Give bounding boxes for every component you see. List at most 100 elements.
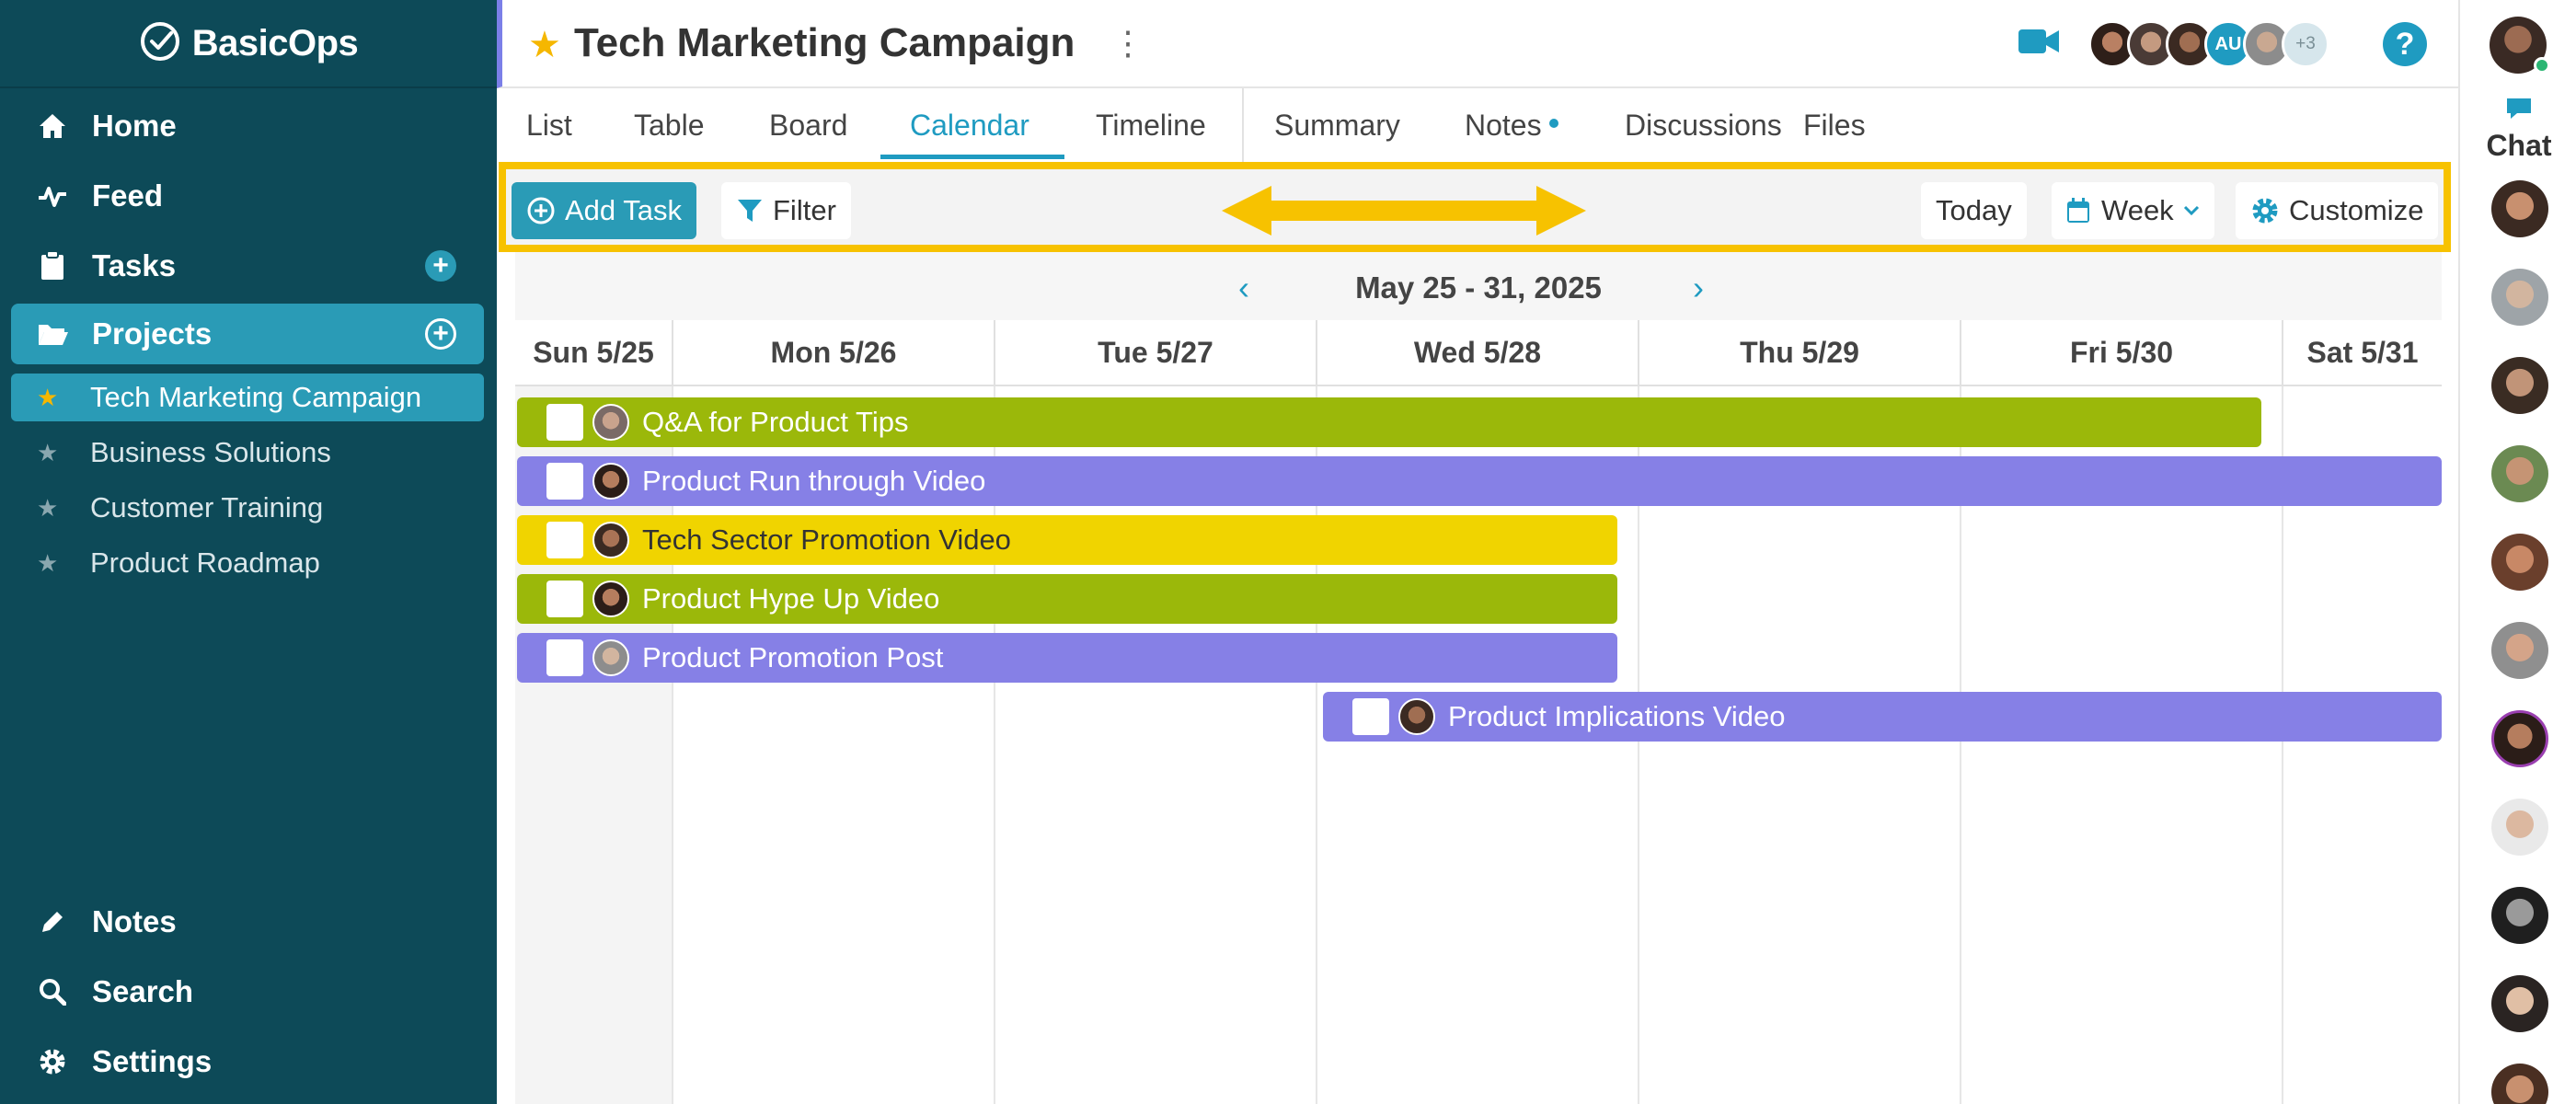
tab-summary[interactable]: Summary <box>1274 88 1400 162</box>
task-checkbox[interactable] <box>546 639 583 676</box>
task-name: Product Run through Video <box>642 465 986 497</box>
calendar-toolbar: Add Task Filter Today Week Customize <box>499 162 2451 252</box>
video-call-icon[interactable] <box>2018 28 2059 60</box>
task-bar[interactable]: Product Implications Video <box>1323 692 2442 742</box>
tab-discussions[interactable]: Discussions <box>1625 88 1782 162</box>
chat-contact-avatar[interactable] <box>2491 799 2548 856</box>
chat-contact-avatar[interactable] <box>2491 445 2548 502</box>
tab-board[interactable]: Board <box>769 88 847 162</box>
chat-contact-avatar[interactable] <box>2491 1064 2548 1104</box>
online-status-dot <box>2534 57 2550 74</box>
project-item-product-roadmap[interactable]: ★ Product Roadmap <box>11 539 484 587</box>
chat-contact-avatar[interactable] <box>2491 269 2548 326</box>
chat-label[interactable]: Chat <box>2460 129 2576 163</box>
project-members[interactable]: AU +3 <box>2088 20 2329 68</box>
activity-icon <box>37 180 68 212</box>
star-icon[interactable]: ★ <box>37 549 61 578</box>
day-header-sat: Sat 5/31 <box>2283 320 2442 386</box>
folder-open-icon <box>37 318 68 350</box>
clipboard-icon <box>37 250 68 282</box>
project-label: Customer Training <box>90 491 324 523</box>
sidebar-item-home[interactable]: Home <box>11 96 484 156</box>
today-button[interactable]: Today <box>1921 182 2027 239</box>
logo-check-icon <box>139 20 181 67</box>
task-checkbox[interactable] <box>546 581 583 617</box>
chat-contact-avatar[interactable] <box>2491 180 2548 237</box>
chat-contact-avatar[interactable] <box>2491 975 2548 1032</box>
star-icon[interactable]: ★ <box>37 384 61 412</box>
home-icon <box>37 110 68 142</box>
add-task-label: Add Task <box>565 194 682 226</box>
app-window: BasicOps Home Feed Tasks + Projects + ★ … <box>0 0 2576 1104</box>
chat-contact-avatar[interactable] <box>2491 357 2548 414</box>
customize-button[interactable]: Customize <box>2236 182 2439 239</box>
task-bar[interactable]: Product Promotion Post <box>517 633 1617 683</box>
project-label: Tech Marketing Campaign <box>90 381 422 413</box>
double-arrow-annotation <box>1220 182 1588 244</box>
tab-divider <box>1242 88 1244 162</box>
chat-contact-avatar[interactable] <box>2491 622 2548 679</box>
active-tab-underline <box>880 155 1064 159</box>
filter-icon <box>736 197 764 224</box>
filter-button[interactable]: Filter <box>721 182 851 239</box>
add-task-plus-icon[interactable]: + <box>425 250 456 282</box>
star-icon[interactable]: ★ <box>37 494 61 523</box>
sidebar-item-label: Notes <box>92 904 177 938</box>
chat-bubble-icon[interactable] <box>2504 96 2534 126</box>
tab-notes[interactable]: Notes <box>1465 88 1558 162</box>
more-options-icon[interactable]: ⋮ <box>1111 24 1144 63</box>
chevron-down-icon <box>2183 205 2200 216</box>
task-bar[interactable]: Q&A for Product Tips <box>517 397 2261 447</box>
chat-contact-avatar[interactable] <box>2491 710 2548 767</box>
tab-calendar[interactable]: Calendar <box>910 88 1029 162</box>
task-checkbox[interactable] <box>546 404 583 441</box>
task-checkbox[interactable] <box>546 463 583 500</box>
task-bar[interactable]: Product Run through Video <box>517 456 2442 506</box>
sidebar: BasicOps Home Feed Tasks + Projects + ★ … <box>0 0 497 1104</box>
sidebar-item-feed[interactable]: Feed <box>11 166 484 226</box>
more-members-count[interactable]: +3 <box>2282 20 2329 68</box>
task-name: Product Hype Up Video <box>642 582 940 615</box>
project-item-tech-marketing-campaign[interactable]: ★ Tech Marketing Campaign <box>11 374 484 421</box>
gear-icon <box>37 1046 68 1077</box>
task-name: Product Promotion Post <box>642 641 944 673</box>
add-task-button[interactable]: Add Task <box>512 182 696 239</box>
sidebar-item-label: Settings <box>92 1044 213 1078</box>
task-bar[interactable]: Tech Sector Promotion Video <box>517 515 1617 565</box>
assignee-avatar <box>592 522 629 558</box>
sidebar-item-settings[interactable]: Settings <box>11 1031 484 1092</box>
next-week-chevron-icon[interactable]: › <box>1693 269 1704 307</box>
chat-contact-avatar[interactable] <box>2491 887 2548 944</box>
sidebar-item-projects[interactable]: Projects + <box>11 304 484 364</box>
help-icon[interactable]: ? <box>2383 22 2427 66</box>
favorite-star-icon[interactable]: ★ <box>528 24 561 66</box>
tab-timeline[interactable]: Timeline <box>1096 88 1206 162</box>
chat-contact-avatar[interactable] <box>2491 534 2548 591</box>
week-range: May 25 - 31, 2025 <box>1355 270 1602 305</box>
sidebar-item-tasks[interactable]: Tasks + <box>11 236 484 296</box>
tab-notes-label: Notes <box>1465 108 1542 142</box>
week-view-select[interactable]: Week <box>2052 182 2214 239</box>
project-label: Business Solutions <box>90 436 331 468</box>
assignee-avatar <box>592 581 629 617</box>
page-title: Tech Marketing Campaign <box>574 20 1075 65</box>
tab-files[interactable]: Files <box>1803 88 1866 162</box>
tab-table[interactable]: Table <box>634 88 705 162</box>
add-project-plus-icon[interactable]: + <box>425 318 456 350</box>
day-header-fri: Fri 5/30 <box>1961 320 2283 386</box>
project-item-business-solutions[interactable]: ★ Business Solutions <box>11 429 484 477</box>
star-icon[interactable]: ★ <box>37 439 61 467</box>
task-bar[interactable]: Product Hype Up Video <box>517 574 1617 624</box>
sidebar-item-search[interactable]: Search <box>11 961 484 1022</box>
sidebar-item-label: Feed <box>92 178 164 213</box>
week-navigator: ‹ May 25 - 31, 2025 › <box>515 252 2442 320</box>
tab-list[interactable]: List <box>526 88 572 162</box>
task-checkbox[interactable] <box>546 522 583 558</box>
sidebar-item-label: Search <box>92 974 194 1008</box>
brand[interactable]: BasicOps <box>0 0 497 88</box>
sidebar-item-notes[interactable]: Notes <box>11 891 484 952</box>
task-checkbox[interactable] <box>1352 698 1389 735</box>
calendar-icon <box>2066 198 2090 224</box>
project-item-customer-training[interactable]: ★ Customer Training <box>11 484 484 532</box>
brand-name: BasicOps <box>191 22 359 63</box>
